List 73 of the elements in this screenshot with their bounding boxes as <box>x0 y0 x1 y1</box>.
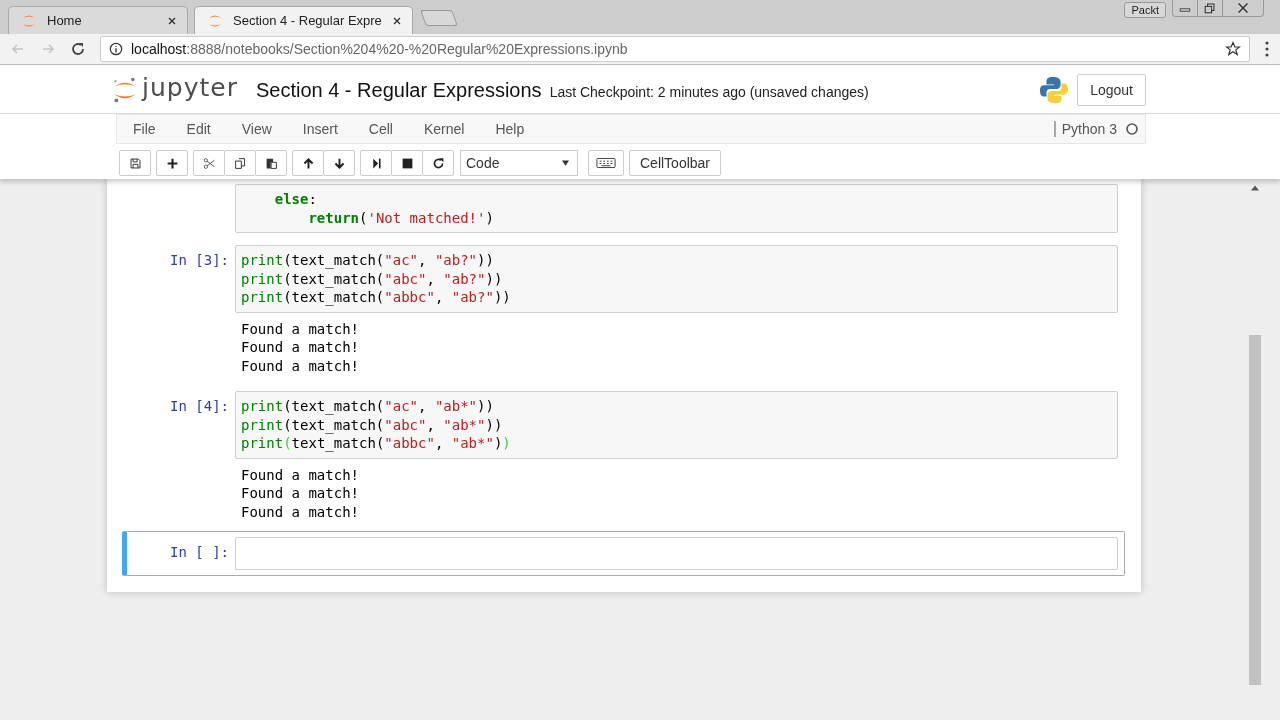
output-line: Found a match! <box>241 484 359 503</box>
code-line: print(text_match("abbc", "ab?")) <box>241 288 512 307</box>
output-line: Found a match! <box>241 338 359 357</box>
code-cell[interactable]: else: return('Not matched!') <box>122 179 1125 239</box>
kernel-idle-icon <box>1125 122 1139 136</box>
code-cell[interactable]: In [3]: print(text_match("ac", "ab?")) print(text_match("abc", "ab?")) print(text_match("abbc", "ab?")) Found a match! Found a match! Found a match! <box>122 239 1125 385</box>
code-line: print(text_match("abbc", "ab*")) <box>241 434 512 453</box>
menu-item[interactable]: Cell <box>368 121 393 137</box>
up-button[interactable] <box>292 150 324 176</box>
caret-icon <box>562 160 569 166</box>
stop-icon <box>400 156 414 170</box>
copy-button[interactable] <box>224 150 256 176</box>
cell-toolbar-button[interactable]: CellToolbar <box>629 150 722 176</box>
cell-type-dropdown[interactable]: Code <box>460 150 578 176</box>
arrow-down-icon <box>332 156 346 170</box>
browser-tab[interactable]: Home <box>8 6 188 34</box>
profile-badge[interactable]: Packt <box>1124 2 1166 18</box>
info-icon <box>109 42 123 56</box>
refresh-icon <box>431 156 445 170</box>
menu-item[interactable]: Insert <box>302 121 338 137</box>
output-line: Found a match! <box>241 356 359 375</box>
selected-cell[interactable]: In [ ]: <box>122 531 1125 576</box>
kernel-name: Python 3 <box>1053 121 1117 137</box>
menu-item[interactable]: View <box>241 121 272 137</box>
plus-button[interactable] <box>156 150 188 176</box>
close-icon[interactable] <box>167 15 177 26</box>
code-editor[interactable]: print(text_match("ac", "ab*")) print(text_match("abc", "ab*")) print(text_match("abbc", "ab*")) <box>235 391 1118 459</box>
output-line: Found a match! <box>241 465 359 484</box>
keyboard-icon <box>596 157 616 169</box>
scroll-up-icon[interactable] <box>1251 185 1259 191</box>
address-field[interactable]: localhost:8888/notebooks/Section%204%20-%20Regular%20Expressions.ipynb <box>100 36 1250 62</box>
input-prompt: In [3]: <box>170 252 229 268</box>
scrollbar-thumb[interactable] <box>1249 335 1261 685</box>
save-icon <box>128 156 142 170</box>
logout-button[interactable]: Logout <box>1077 74 1146 106</box>
copy-icon <box>233 156 247 170</box>
reload-icon[interactable] <box>70 41 86 57</box>
code-cell[interactable]: In [4]: print(text_match("ac", "ab*")) print(text_match("abc", "ab*")) print(text_match("abbc", "ab*")) Found a match! Found a match! Found a match! <box>122 385 1125 531</box>
python-logo-icon <box>1039 75 1070 105</box>
input-prompt: In [ ]: <box>170 544 229 560</box>
paste-icon <box>264 156 278 170</box>
code-line: return('Not matched!') <box>307 208 495 227</box>
arrow-up-icon <box>301 156 315 170</box>
jupyter-logo-text[interactable]: jupyter <box>142 72 238 102</box>
code-editor[interactable]: print(text_match("ac", "ab?")) print(text_match("abc", "ab?")) print(text_match("abbc", "ab?")) <box>235 245 1118 313</box>
scissors-icon <box>202 156 216 170</box>
star-icon[interactable] <box>1225 41 1241 57</box>
code-line: print(text_match("ac", "ab*")) <box>241 397 495 416</box>
run-button[interactable] <box>360 150 392 176</box>
menu-item[interactable]: Kernel <box>423 121 465 137</box>
restart-button[interactable] <box>422 150 454 176</box>
output-line: Found a match! <box>241 502 359 521</box>
output-line: Found a match! <box>241 319 359 338</box>
menu-item[interactable]: Edit <box>186 121 211 137</box>
save-button[interactable] <box>119 150 151 176</box>
paste-button[interactable] <box>255 150 287 176</box>
down-button[interactable] <box>323 150 355 176</box>
code-line: else: <box>273 190 318 209</box>
menu-item[interactable]: File <box>133 121 156 137</box>
code-line: print(text_match("abc", "ab*")) <box>241 415 504 434</box>
code-editor[interactable]: else: return('Not matched!') <box>235 184 1118 233</box>
menu-item[interactable]: Help <box>495 121 525 137</box>
input-prompt: In [4]: <box>170 398 229 414</box>
checkpoint-status: Last Checkpoint: 2 minutes ago (unsaved changes) <box>549 83 869 100</box>
plus-icon <box>165 156 179 170</box>
stop-button[interactable] <box>391 150 423 176</box>
menu-icon[interactable] <box>1264 40 1270 58</box>
browser-tab[interactable]: Section 4 - Regular Expre <box>194 6 413 34</box>
code-line: print(text_match("ac", "ab?")) <box>241 251 495 270</box>
code-line: print(text_match("abc", "ab?")) <box>241 269 504 288</box>
close-icon[interactable] <box>391 15 402 26</box>
notebook-title[interactable]: Section 4 - Regular Expressions <box>255 78 542 102</box>
keyboard-button[interactable] <box>588 150 624 176</box>
